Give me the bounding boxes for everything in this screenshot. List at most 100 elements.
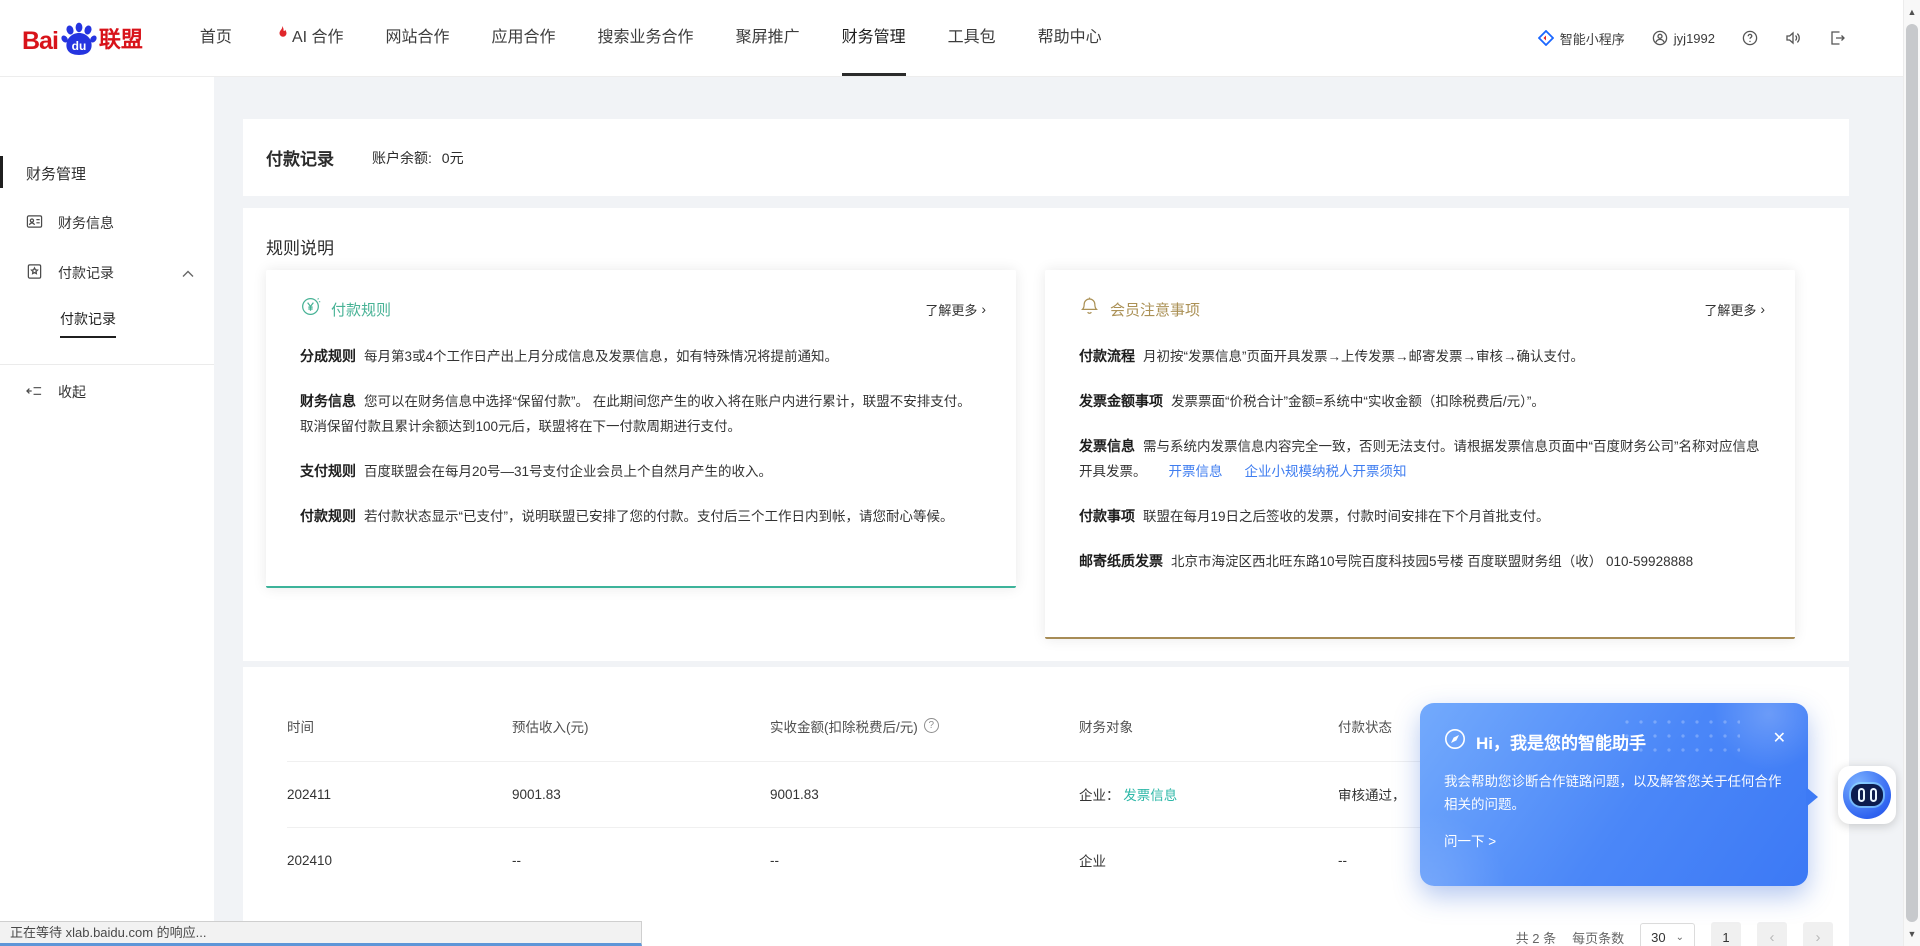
mini-program-icon xyxy=(1538,30,1554,46)
page-number-button[interactable]: 1 xyxy=(1711,922,1741,946)
robot-icon xyxy=(1843,771,1891,819)
rule-item: 财务信息您可以在财务信息中选择“保留付款”。 在此期间您产生的收入将在账户内进行… xyxy=(300,389,982,440)
logo-text-union: 联盟 xyxy=(99,22,143,54)
close-icon[interactable]: ✕ xyxy=(1773,728,1786,748)
help-icon xyxy=(1742,30,1758,46)
member-notes-box: 会员注意事项 了解更多 › 付款流程月初按“发票信息”页面开具发票→上传发票→邮… xyxy=(1045,270,1795,639)
nav-item-ai[interactable]: AI 合作 xyxy=(253,0,365,76)
nav-item-website[interactable]: 网站合作 xyxy=(365,0,471,76)
nav-item-help-center[interactable]: 帮助中心 xyxy=(1017,0,1123,76)
total-count: 共 2 条 xyxy=(1516,928,1556,946)
cell-estimated: 9001.83 xyxy=(512,761,770,827)
nav-item-app[interactable]: 应用合作 xyxy=(471,0,577,76)
rule-item: 付款规则若付款状态显示“已支付”，说明联盟已安排了您的付款。支付后三个工作日内到… xyxy=(300,504,982,530)
member-notes-header: 会员注意事项 了解更多 › xyxy=(1045,270,1795,322)
page-header-card: 付款记录 账户余额: 0元 xyxy=(243,119,1849,196)
rule-item: 支付规则百度联盟会在每月20号—31号支付企业会员上个自然月产生的收入。 xyxy=(300,459,982,485)
per-page-label: 每页条数 xyxy=(1572,928,1624,946)
scroll-down-arrow-icon[interactable]: ▼ xyxy=(1904,929,1920,939)
logo-text-bai: Bai xyxy=(22,27,58,56)
rules-section-title: 规则说明 xyxy=(243,208,1849,259)
sidebar-subitem-payment-records[interactable]: 付款记录 xyxy=(0,298,214,348)
user-account[interactable]: jyj1992 xyxy=(1652,30,1715,46)
nav-item-home[interactable]: 首页 xyxy=(179,0,253,76)
payment-rules-more-link[interactable]: 了解更多 › xyxy=(925,300,986,319)
info-icon[interactable]: ? xyxy=(924,718,939,733)
scrollbar-thumb[interactable] xyxy=(1906,24,1918,922)
cell-finance-target: 企业 xyxy=(1079,827,1338,893)
prev-page-button[interactable]: ‹ xyxy=(1757,922,1787,946)
chevron-up-icon[interactable] xyxy=(182,265,194,281)
pagination: 共 2 条 每页条数 30 ⌄ 1 ‹ › xyxy=(1516,922,1833,946)
chevron-right-icon: › xyxy=(1760,301,1765,317)
ask-now-link[interactable]: 问一下 > xyxy=(1444,830,1784,850)
sidebar-collapse-button[interactable]: 收起 xyxy=(0,365,214,419)
assistant-robot-button[interactable] xyxy=(1838,766,1896,824)
nav-item-toolkit[interactable]: 工具包 xyxy=(927,0,1017,76)
sound-button[interactable] xyxy=(1785,30,1802,46)
member-notes-body: 付款流程月初按“发票信息”页面开具发票→上传发票→邮寄发票→审核→确认支付。 发… xyxy=(1045,322,1795,575)
paw-icon: du xyxy=(60,20,98,58)
col-time: 时间 xyxy=(287,691,512,761)
sidebar-section-title: 财务管理 xyxy=(26,163,214,184)
payment-rules-title: 付款规则 xyxy=(331,299,391,320)
payment-rules-body: 分成规则每月第3或4个工作日产出上月分成信息及发票信息，如有特殊情况将提前通知。… xyxy=(266,322,1016,530)
payment-records-icon xyxy=(26,263,43,283)
next-page-button[interactable]: › xyxy=(1803,922,1833,946)
cell-time: 202411 xyxy=(287,761,512,827)
yuan-circle-icon xyxy=(300,296,321,322)
chevron-down-icon: ⌄ xyxy=(1676,932,1684,943)
nav-item-finance[interactable]: 财务管理 xyxy=(821,0,927,76)
navbar-utilities: 智能小程序 jyj1992 xyxy=(1538,29,1845,48)
cell-actual: 9001.83 xyxy=(770,761,1079,827)
assistant-popup: Hi，我是您的智能助手 ✕ 我会帮助您诊断合作链路问题，以及解答您关于任何合作相… xyxy=(1420,703,1808,886)
cell-estimated: -- xyxy=(512,827,770,893)
member-notes-title: 会员注意事项 xyxy=(1110,299,1200,320)
assistant-title: Hi，我是您的智能助手 xyxy=(1476,729,1646,754)
bell-icon xyxy=(1079,296,1100,322)
rule-item: 付款事项联盟在每月19日之后签收的发票，付款时间安排在下个月首批支付。 xyxy=(1079,504,1761,530)
member-notes-more-link[interactable]: 了解更多 › xyxy=(1704,300,1765,319)
account-balance-value: 0元 xyxy=(442,150,464,166)
rules-card: 规则说明 付款规则 了解更多 › 分成规则每月第3或4个工作日产出上月分成信息及… xyxy=(243,208,1849,661)
sidebar-item-finance-info[interactable]: 财务信息 xyxy=(0,198,214,248)
rule-item: 付款流程月初按“发票信息”页面开具发票→上传发票→邮寄发票→审核→确认支付。 xyxy=(1079,344,1761,370)
rule-item: 发票信息需与系统内发票信息内容完全一致，否则无法支付。请根据发票信息页面中“百度… xyxy=(1079,434,1761,485)
assistant-title-row: Hi，我是您的智能助手 ✕ xyxy=(1444,728,1784,755)
page-scrollbar[interactable]: ▲ ▼ xyxy=(1903,0,1920,946)
scroll-up-arrow-icon[interactable]: ▲ xyxy=(1904,7,1920,17)
rule-item: 分成规则每月第3或4个工作日产出上月分成信息及发票信息，如有特殊情况将提前通知。 xyxy=(300,344,982,370)
flame-icon xyxy=(274,0,292,76)
col-estimated-income: 预估收入(元) xyxy=(512,691,770,761)
rule-item: 发票金额事项发票票面“价税合计”金额=系统中“实收金额（扣除税费后/元）”。 xyxy=(1079,389,1761,415)
rule-boxes: 付款规则 了解更多 › 分成规则每月第3或4个工作日产出上月分成信息及发票信息，… xyxy=(266,270,1795,639)
user-icon xyxy=(1652,30,1668,46)
page-title: 付款记录 xyxy=(266,145,334,170)
help-button[interactable] xyxy=(1742,30,1758,46)
svg-text:du: du xyxy=(72,39,87,53)
chevron-right-icon: › xyxy=(981,301,986,317)
baidu-union-logo[interactable]: Bai du 联盟 xyxy=(22,20,143,56)
sound-icon xyxy=(1785,30,1802,46)
account-balance: 账户余额: 0元 xyxy=(372,148,464,168)
compass-icon xyxy=(1444,728,1466,755)
finance-info-icon xyxy=(26,213,43,233)
cell-actual: -- xyxy=(770,827,1079,893)
invoice-info-link[interactable]: 开票信息 xyxy=(1169,464,1223,479)
nav-item-search-biz[interactable]: 搜索业务合作 xyxy=(577,0,715,76)
sidebar-item-payment-records[interactable]: 付款记录 xyxy=(0,248,214,298)
logout-icon xyxy=(1829,30,1845,46)
small-taxpayer-guide-link[interactable]: 企业小规模纳税人开票须知 xyxy=(1245,464,1407,479)
payment-rules-header: 付款规则 了解更多 › xyxy=(266,270,1016,322)
per-page-select[interactable]: 30 ⌄ xyxy=(1640,923,1695,946)
cell-finance-target: 企业： 发票信息 xyxy=(1079,761,1338,827)
top-navbar: Bai du 联盟 首页 AI 合作 网站合作 应用 xyxy=(0,0,1903,77)
logout-button[interactable] xyxy=(1829,30,1845,46)
col-actual-amount: 实收金额(扣除税费后/元) ? xyxy=(770,691,1079,761)
smart-mini-program-link[interactable]: 智能小程序 xyxy=(1538,29,1625,48)
sidebar: 财务管理 财务信息 付款记录 付款记录 收起 xyxy=(0,77,214,946)
main-nav: 首页 AI 合作 网站合作 应用合作 搜索业务合作 聚屏推广 财务管理 工具包 … xyxy=(179,0,1123,76)
invoice-info-table-link[interactable]: 发票信息 xyxy=(1123,788,1177,803)
nav-item-screen-promo[interactable]: 聚屏推广 xyxy=(715,0,821,76)
browser-status-tooltip: 正在等待 xlab.baidu.com 的响应... xyxy=(0,921,642,946)
